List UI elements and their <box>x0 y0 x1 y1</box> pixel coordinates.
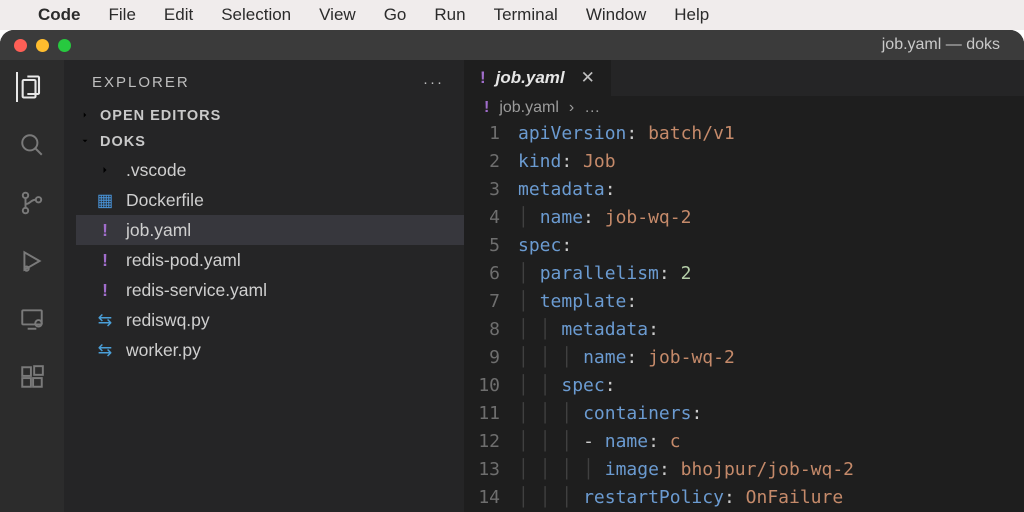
open-editors-label: OPEN EDITORS <box>100 108 221 124</box>
chevron-down-icon <box>80 134 92 150</box>
tab-bar: ! job.yaml ✕ <box>464 60 1024 96</box>
file-row[interactable]: ! redis-service.yaml <box>76 275 464 305</box>
file-label: Dockerfile <box>126 190 204 211</box>
open-editors-section[interactable]: OPEN EDITORS <box>64 103 464 129</box>
menu-window[interactable]: Window <box>572 5 660 25</box>
run-debug-activity-icon[interactable] <box>17 246 47 276</box>
yaml-file-icon: ! <box>94 250 116 271</box>
close-window-button[interactable] <box>14 39 27 52</box>
zoom-window-button[interactable] <box>58 39 71 52</box>
file-label: rediswq.py <box>126 310 210 331</box>
breadcrumb[interactable]: ! job.yaml › … <box>464 96 1024 120</box>
window-title: job.yaml — doks <box>882 36 1000 54</box>
breadcrumb-file: job.yaml <box>499 99 559 117</box>
yaml-file-icon: ! <box>480 68 486 88</box>
file-row[interactable]: ⇆ rediswq.py <box>76 305 464 335</box>
menu-view[interactable]: View <box>305 5 370 25</box>
docker-file-icon: ▦ <box>94 190 116 211</box>
explorer-activity-icon[interactable] <box>16 72 46 102</box>
remote-activity-icon[interactable] <box>17 304 47 334</box>
menu-go[interactable]: Go <box>370 5 421 25</box>
file-row[interactable]: ⇆ worker.py <box>76 335 464 365</box>
menu-selection[interactable]: Selection <box>207 5 305 25</box>
traffic-lights <box>0 39 71 52</box>
yaml-file-icon: ! <box>484 99 489 117</box>
folder-section[interactable]: DOKS <box>64 129 464 155</box>
tab-job-yaml[interactable]: ! job.yaml ✕ <box>464 60 611 96</box>
file-row[interactable]: ▦ Dockerfile <box>76 185 464 215</box>
close-tab-icon[interactable]: ✕ <box>581 68 595 88</box>
menu-run[interactable]: Run <box>420 5 479 25</box>
minimize-window-button[interactable] <box>36 39 49 52</box>
editor-group: ! job.yaml ✕ ! job.yaml › … 1apiVersion:… <box>464 60 1024 512</box>
titlebar[interactable]: job.yaml — doks <box>0 30 1024 60</box>
file-label: .vscode <box>126 160 186 181</box>
source-control-activity-icon[interactable] <box>17 188 47 218</box>
python-file-icon: ⇆ <box>94 310 116 331</box>
explorer-title: EXPLORER <box>92 74 190 91</box>
chevron-right-icon <box>80 108 92 124</box>
extensions-activity-icon[interactable] <box>17 362 47 392</box>
workspace-folder-label: DOKS <box>100 134 146 150</box>
file-row[interactable]: ! redis-pod.yaml <box>76 245 464 275</box>
file-row[interactable]: ! job.yaml <box>76 215 464 245</box>
code-editor[interactable]: 1apiVersion: batch/v12kind: Job3metadata… <box>464 120 1024 512</box>
macos-menubar: Code File Edit Selection View Go Run Ter… <box>0 0 1024 30</box>
menu-file[interactable]: File <box>95 5 150 25</box>
file-label: redis-service.yaml <box>126 280 267 301</box>
vscode-window: job.yaml — doks <box>0 30 1024 512</box>
chevron-right-icon <box>94 164 116 176</box>
file-label: job.yaml <box>126 220 191 241</box>
menu-app[interactable]: Code <box>24 5 95 25</box>
explorer-more-icon[interactable]: ··· <box>423 74 444 91</box>
file-label: redis-pod.yaml <box>126 250 241 271</box>
file-label: worker.py <box>126 340 201 361</box>
menu-help[interactable]: Help <box>660 5 723 25</box>
breadcrumb-rest: … <box>584 99 600 117</box>
yaml-file-icon: ! <box>94 280 116 301</box>
file-tree: .vscode ▦ Dockerfile! job.yaml! redis-pod.ya… <box>64 155 464 365</box>
chevron-right-icon: › <box>569 99 574 117</box>
yaml-file-icon: ! <box>94 220 116 241</box>
activity-bar <box>0 60 64 512</box>
python-file-icon: ⇆ <box>94 340 116 361</box>
search-activity-icon[interactable] <box>17 130 47 160</box>
menu-terminal[interactable]: Terminal <box>480 5 572 25</box>
explorer-panel: EXPLORER ··· OPEN EDITORS DOKS .vscode ▦ D… <box>64 60 464 512</box>
menu-edit[interactable]: Edit <box>150 5 207 25</box>
folder-row[interactable]: .vscode <box>76 155 464 185</box>
tab-label: job.yaml <box>496 68 565 88</box>
